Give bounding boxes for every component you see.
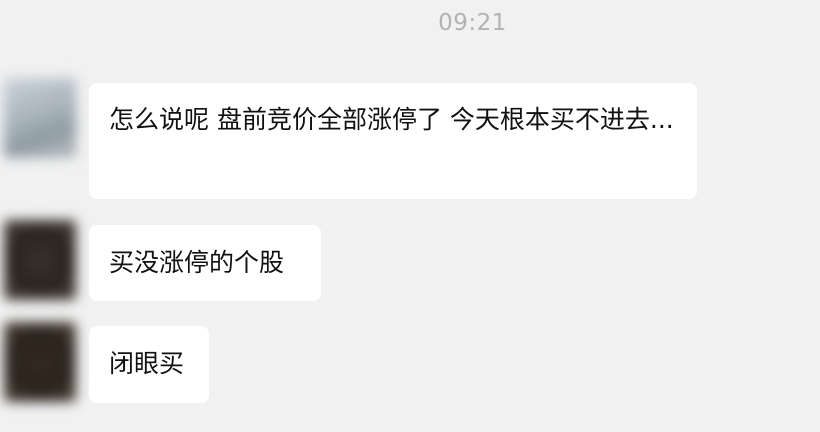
chat-window: 09:21 怎么说呢 盘前竞价全部涨停了 今天根本买不进去... 买没涨停的个股… — [0, 0, 820, 432]
message-bubble[interactable]: 怎么说呢 盘前竞价全部涨停了 今天根本买不进去... — [89, 83, 697, 199]
sender-avatar[interactable] — [4, 78, 76, 158]
message-bubble[interactable]: 买没涨停的个股 — [89, 225, 321, 301]
sender-avatar[interactable] — [4, 322, 76, 402]
message-timestamp: 09:21 — [438, 10, 507, 36]
sender-avatar[interactable] — [4, 220, 76, 300]
message-bubble[interactable]: 闭眼买 — [89, 326, 209, 403]
